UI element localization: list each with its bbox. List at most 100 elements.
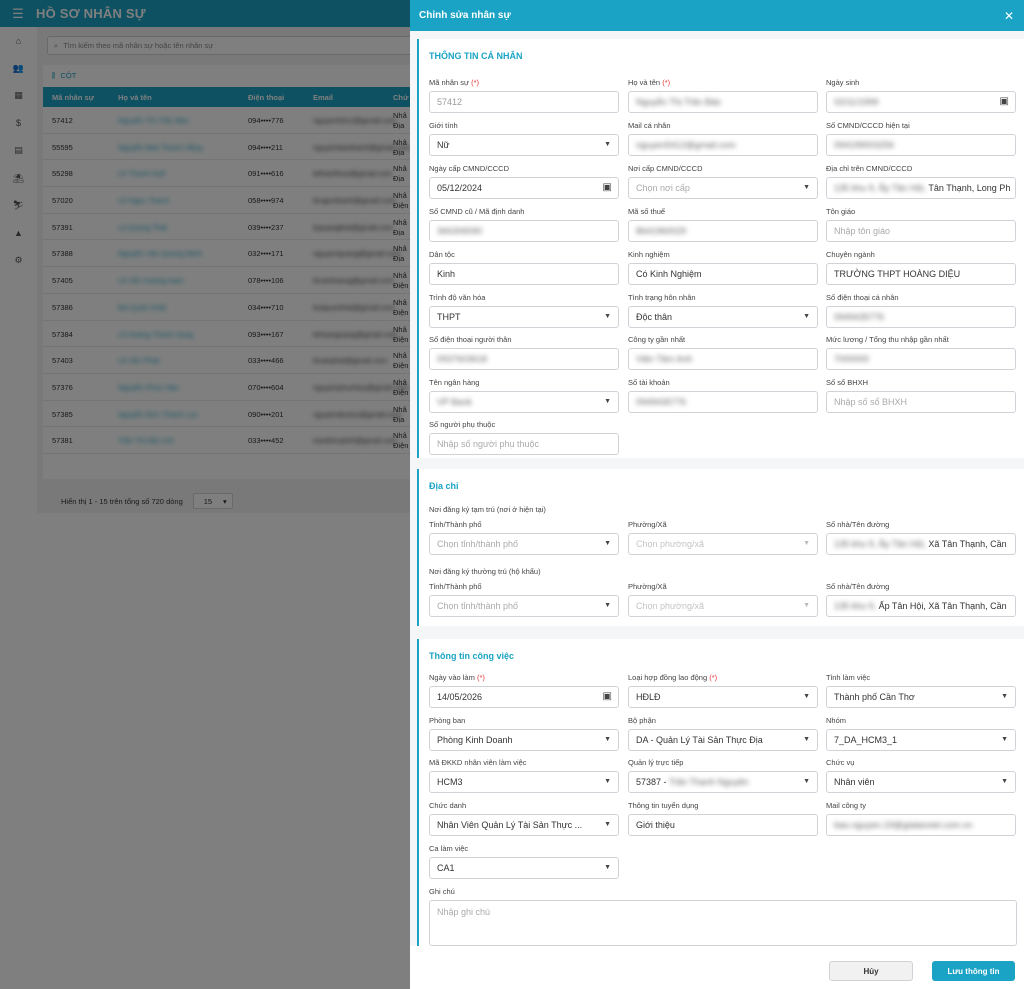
chevron-down-icon: ▼ [604,602,611,609]
field-work-province: Tỉnh làm việc Thành phố Cần Thơ ▼ [826,673,1016,708]
birthday-input[interactable]: 02/11/1999 ▣ [826,91,1016,113]
group-select[interactable]: 7_DA_HCM3_1 ▼ [826,729,1016,751]
field-religion: Tôn giáo Nhập tôn giáo [826,207,1016,242]
field-phone-personal: Số điện thoại cá nhân 0949435776 [826,293,1016,328]
edit-employee-drawer: Chỉnh sửa nhân sự ✕ THÔNG TIN CÁ NHÂN Mã… [410,0,1024,989]
drawer-footer: Hủy Lưu thông tin [410,946,1024,989]
work-mail-input[interactable]: bao.nguyen.19@gialaoviet.com.vn [826,814,1016,836]
division-select[interactable]: DA - Quản Lý Tài Sản Thực Địa ▼ [628,729,818,751]
value: VP Bank [437,397,472,407]
value: Kinh [437,269,456,279]
phone-personal-input[interactable]: 0949435776 [826,306,1016,328]
field-recruit-info: Thông tin tuyển dụng Giới thiệu [628,801,818,836]
cancel-button[interactable]: Hủy [829,961,913,981]
shift-select[interactable]: CA1 ▼ [429,857,619,879]
value: CA1 [437,863,455,873]
perm-ward-select[interactable]: Chọn phường/xã ▼ [628,595,818,617]
field-note: Ghi chú Nhập ghi chú [429,887,1017,946]
bank-account-input[interactable]: 0949435776 [628,391,818,413]
personal-mail-input[interactable]: nguyen5412@gmail.com [628,134,818,156]
manager-select[interactable]: 57387 - Trần Thanh Nguyên ▼ [628,771,818,793]
save-button[interactable]: Lưu thông tin [932,961,1015,981]
recruit-info-input[interactable]: Giới thiệu [628,814,818,836]
field-perm-province: Tỉnh/Thành phố Chọn tỉnh/thành phố ▼ [429,582,619,617]
value: Có Kinh Nghiệm [636,269,702,279]
label: Ngày vào làm [429,673,475,682]
value: 7000000 [834,354,870,364]
value: HCM3 [437,777,463,787]
religion-input[interactable]: Nhập tôn giáo [826,220,1016,242]
value: Giới thiệu [636,820,675,830]
field-bank-account: Số tài khoản 0949435776 [628,378,818,413]
value: 0949435776 [834,312,885,322]
required-mark: (*) [476,673,485,682]
department-select[interactable]: Phòng Kinh Doanh ▼ [429,729,619,751]
field-personal-mail: Mail cá nhân nguyen5412@gmail.com [628,121,818,156]
gender-select[interactable]: Nữ ▼ [429,134,619,156]
id-address-input[interactable]: 135 khu 9, Ấp Tân Hội, Tân Thạnh, Long P… [826,177,1016,199]
start-date-input[interactable]: 14/05/2026 ▣ [429,686,619,708]
placeholder: Nhập ghi chú [437,907,491,917]
chevron-down-icon: ▼ [604,821,611,828]
tax-code-input[interactable]: 8641960029 [628,220,818,242]
perm-province-select[interactable]: Chọn tỉnh/thành phố ▼ [429,595,619,617]
personal-info-section: THÔNG TIN CÁ NHÂN Mã nhân sự (*) 57412 H… [417,39,1024,458]
phone-relative-input[interactable]: 0937603618 [429,348,619,370]
temp-street-input[interactable]: 135 khu 9, Ấp Tân Hội, Xã Tân Thạnh, Cần [826,533,1016,555]
full-name-input[interactable]: Nguyễn Thị Trần Bảo [628,91,818,113]
field-ethnicity: Dân tộc Kinh [429,250,619,285]
bank-name-select[interactable]: VP Bank ▼ [429,391,619,413]
marital-select[interactable]: Độc thân ▼ [628,306,818,328]
position-select[interactable]: Nhân viên ▼ [826,771,1016,793]
ethnicity-input[interactable]: Kinh [429,263,619,285]
work-province-select[interactable]: Thành phố Cần Thơ ▼ [826,686,1016,708]
field-group: Nhóm 7_DA_HCM3_1 ▼ [826,716,1016,751]
employee-code-input: 57412 [429,91,619,113]
field-position: Chức vụ Nhân viên ▼ [826,758,1016,793]
calendar-icon[interactable]: ▣ [603,691,612,702]
value-hidden: 135 khu 9, [834,601,877,611]
education-select[interactable]: THPT ▼ [429,306,619,328]
perm-street-input[interactable]: 135 khu 9, Ấp Tân Hội, Xã Tân Thạnh, Cần [826,595,1016,617]
field-last-salary: Mức lương / Tổng thu nhập gần nhất 70000… [826,335,1016,370]
chevron-down-icon: ▼ [604,736,611,743]
label: Tôn giáo [826,207,856,216]
calendar-icon[interactable]: ▣ [1000,96,1009,107]
placeholder: Chọn phường/xã [636,539,704,549]
contract-type-select[interactable]: HĐLĐ ▼ [628,686,818,708]
field-job-title: Chức danh Nhân Viên Quản Lý Tài Sản Thực… [429,801,619,836]
section-title-work: Thông tin công việc [429,651,514,661]
label: Số sổ BHXH [826,378,869,387]
job-title-select[interactable]: Nhân Viên Quản Lý Tài Sản Thực ... ▼ [429,814,619,836]
note-textarea[interactable]: Nhập ghi chú [429,900,1017,946]
placeholder: Nhập tôn giáo [834,226,891,236]
placeholder: Chọn tỉnh/thành phố [437,539,519,549]
value: 02/11/1999 [834,97,879,107]
id-old-input[interactable]: 366306590 [429,220,619,242]
id-issue-place-select[interactable]: Chọn nơi cấp ▼ [628,177,818,199]
calendar-icon[interactable]: ▣ [603,182,612,193]
last-salary-input[interactable]: 7000000 [826,348,1016,370]
social-insurance-input[interactable]: Nhập số sổ BHXH [826,391,1016,413]
value: 0949435776 [636,397,687,407]
label: Tên ngân hàng [429,378,480,387]
close-icon[interactable]: ✕ [1004,9,1014,23]
temp-province-select[interactable]: Chọn tỉnh/thành phố ▼ [429,533,619,555]
temp-residence-title: Nơi đăng ký tạm trú (nơi ở hiện tại) [429,505,546,514]
id-current-input[interactable]: 094199003256 [826,134,1016,156]
field-marital: Tình trạng hôn nhân Độc thân ▼ [628,293,818,328]
field-id-address: Địa chỉ trên CMND/CCCD 135 khu 9, Ấp Tân… [826,164,1016,199]
label: Mức lương / Tổng thu nhập gần nhất [826,335,949,344]
value: HĐLĐ [636,692,661,702]
label: Tỉnh/Thành phố [429,582,482,591]
last-company-input[interactable]: Viện Tâm Anh [628,348,818,370]
value: Viện Tâm Anh [636,354,693,364]
experience-input[interactable]: Có Kinh Nghiệm [628,263,818,285]
temp-ward-select[interactable]: Chọn phường/xã ▼ [628,533,818,555]
dependents-input[interactable]: Nhập số người phụ thuộc [429,433,619,455]
branch-code-select[interactable]: HCM3 ▼ [429,771,619,793]
id-issue-date-input[interactable]: 05/12/2024 ▣ [429,177,619,199]
major-input[interactable]: TRƯỜNG THPT HOÀNG DIỆU [826,263,1016,285]
chevron-down-icon: ▼ [604,313,611,320]
label: Tỉnh làm việc [826,673,871,682]
